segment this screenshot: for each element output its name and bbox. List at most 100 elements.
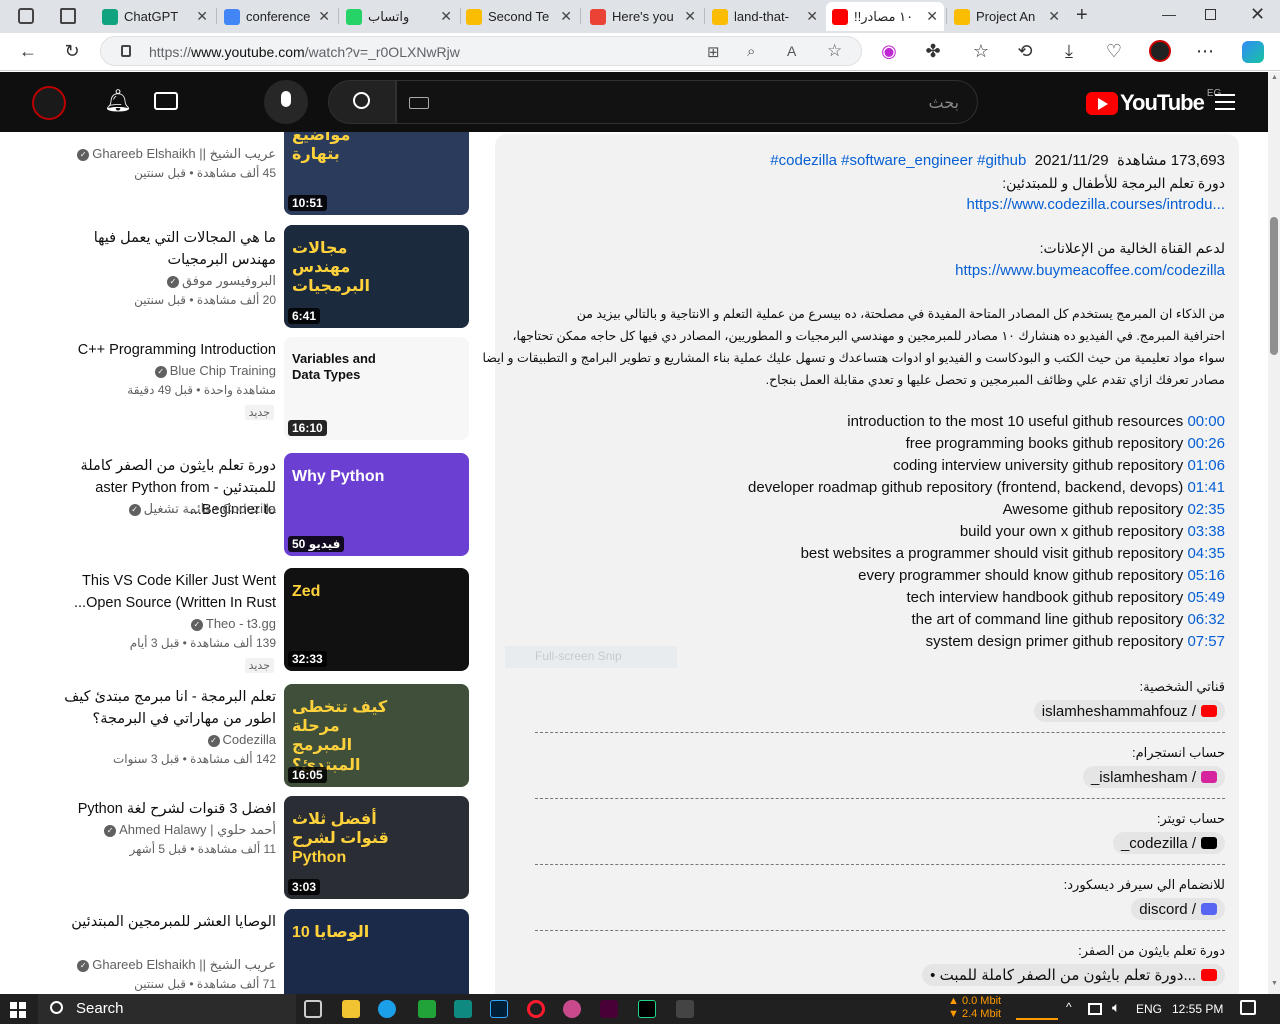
photoshop-icon[interactable] <box>490 1000 508 1018</box>
related-video-item[interactable]: كيف تتخطى مرحلة المبرمج المبتدئ؟ 16:05 تعل… <box>0 684 470 794</box>
chapter-timestamp[interactable]: 00:26 <box>1187 435 1225 452</box>
video-thumbnail[interactable]: مواضيع بتهارة 10:51 <box>284 132 469 215</box>
tab-close-icon[interactable]: ✕ <box>806 8 818 25</box>
browser-tab[interactable]: !!١٠ مصادر ✕ <box>826 2 944 31</box>
tab-close-icon[interactable]: ✕ <box>560 8 572 25</box>
windows-start-icon[interactable] <box>10 1002 26 1018</box>
language-indicator[interactable]: ENG <box>1136 1002 1162 1016</box>
keyboard-icon[interactable] <box>409 97 429 109</box>
account-avatar[interactable] <box>32 86 66 120</box>
zoom-icon[interactable]: ⌕ <box>747 43 755 60</box>
video-thumbnail[interactable]: الوصايا 10 <box>284 909 469 994</box>
video-channel[interactable]: عريب الشيخ || Ghareeb Elshaikh✓ <box>46 957 276 973</box>
chapter-timestamp[interactable]: 05:49 <box>1187 589 1225 606</box>
chapter-timestamp[interactable]: 00:00 <box>1187 413 1225 430</box>
search-button[interactable] <box>328 80 396 124</box>
restore-button[interactable] <box>1205 9 1216 20</box>
video-channel[interactable]: Theo - t3.gg✓ <box>46 616 276 631</box>
social-link-chip[interactable]: _islamhesham / <box>1082 766 1225 788</box>
volume-icon[interactable]: 🔈︎ <box>1112 999 1120 1016</box>
more-menu-icon[interactable]: ⋯ <box>1194 41 1216 62</box>
scrollbar-thumb[interactable] <box>1270 217 1278 355</box>
tab-close-icon[interactable]: ✕ <box>318 8 330 25</box>
related-video-item[interactable]: مجالات مهندس البرمجيات 6:41 ما هي المجالات… <box>0 225 470 335</box>
social-link-chip[interactable]: islamheshammahfouz / <box>1033 700 1225 722</box>
edge-icon[interactable] <box>378 1000 396 1018</box>
chapter-timestamp[interactable]: 03:38 <box>1187 523 1225 540</box>
video-thumbnail[interactable]: كيف تتخطى مرحلة المبرمج المبتدئ؟ 16:05 <box>284 684 469 787</box>
app-shield-icon[interactable] <box>676 1000 694 1018</box>
chapter-timestamp[interactable]: 05:16 <box>1187 567 1225 584</box>
related-video-item[interactable]: Zed 32:33 This VS Code Killer Just Went Op… <box>0 568 470 678</box>
browser-tab[interactable]: Here's you ✕ <box>584 2 702 31</box>
social-link-chip[interactable]: discord / <box>1131 898 1225 920</box>
workspaces-icon[interactable] <box>18 8 34 24</box>
video-thumbnail[interactable]: أفضل ثلاث قنوات لشرح Python 3:03 <box>284 796 469 899</box>
url-field[interactable]: https://www.youtube.com/watch?v=_r0OLXNw… <box>100 36 862 66</box>
page-scrollbar[interactable]: ▲ ▼ <box>1268 72 1280 994</box>
chapter-timestamp[interactable]: 06:32 <box>1187 611 1225 628</box>
related-video-item[interactable]: مواضيع بتهارة 10:51 عريب الشيخ || Ghareeb … <box>0 132 470 222</box>
tab-close-icon[interactable]: ✕ <box>440 8 452 25</box>
app-paint-icon[interactable] <box>563 1000 581 1018</box>
refresh-icon[interactable]: ↻ <box>61 41 83 62</box>
taskbar-search[interactable]: Search <box>38 994 296 1024</box>
browser-tab[interactable]: واتساب ✕ <box>340 2 458 31</box>
app-green-icon[interactable] <box>418 1000 436 1018</box>
video-title[interactable]: الوصايا العشر للمبرمجين المبتدئين <box>46 911 276 933</box>
history-icon[interactable]: ⟲ <box>1014 41 1036 62</box>
tab-close-icon[interactable]: ✕ <box>926 8 938 25</box>
video-title[interactable]: تعلم البرمجة - انا مبرمج مبتدئ كيف اطور … <box>46 686 276 730</box>
browser-tab[interactable]: Project An ✕ <box>948 2 1066 31</box>
read-aloud-icon[interactable]: A <box>787 43 796 59</box>
video-thumbnail[interactable]: Why Python 50 فيديو <box>284 453 469 556</box>
app-teal-icon[interactable] <box>454 1000 472 1018</box>
notifications-icon[interactable] <box>1240 1000 1256 1015</box>
minimize-button[interactable]: — <box>1162 6 1176 22</box>
hamburger-menu-icon[interactable] <box>1215 94 1235 110</box>
task-view-icon[interactable] <box>304 1000 322 1018</box>
app-available-icon[interactable]: ⊞ <box>707 43 720 61</box>
tab-actions-icon[interactable] <box>60 8 76 24</box>
notifications-bell-icon[interactable]: 🔔︎ <box>104 88 132 114</box>
new-tab-button[interactable]: + <box>1076 4 1088 27</box>
video-channel[interactable]: أحمد حلوي | Ahmed Halawy✓ <box>46 822 276 838</box>
browser-tab[interactable]: Second Te ✕ <box>460 2 578 31</box>
video-thumbnail[interactable]: Zed 32:33 <box>284 568 469 671</box>
video-title[interactable]: C++ Programming Introduction <box>46 339 276 361</box>
downloads-icon[interactable]: ⤓ <box>1058 41 1080 62</box>
copilot-icon[interactable] <box>1242 41 1264 63</box>
file-explorer-icon[interactable] <box>342 1000 360 1018</box>
video-channel[interactable]: Blue Chip Training✓ <box>46 363 276 378</box>
clock[interactable]: 12:55 PM <box>1172 1002 1223 1016</box>
search-input[interactable]: بحث <box>396 80 978 124</box>
chapter-timestamp[interactable]: 01:06 <box>1187 457 1225 474</box>
performance-icon[interactable]: ♡ <box>1103 41 1125 62</box>
chapter-timestamp[interactable]: 01:41 <box>1187 479 1225 496</box>
social-link-chip[interactable]: • دورة تعلم بايثون من الصفر كاملة للمبت.… <box>922 964 1225 986</box>
browser-tab[interactable]: ChatGPT ✕ <box>96 2 214 31</box>
browser-tab[interactable]: conference ✕ <box>218 2 336 31</box>
browser-tab[interactable]: land-that- ✕ <box>706 2 824 31</box>
support-link[interactable]: https://www.buymeacoffee.com/codezilla <box>955 262 1225 279</box>
voice-search-button[interactable] <box>264 80 308 124</box>
related-video-item[interactable]: أفضل ثلاث قنوات لشرح Python 3:03 افضل 3 قن… <box>0 796 470 906</box>
related-video-item[interactable]: الوصايا 10 الوصايا العشر للمبرمجين المبتد… <box>0 909 470 994</box>
video-channel[interactable]: Codezilla✓ <box>46 732 276 747</box>
chapter-timestamp[interactable]: 04:35 <box>1187 545 1225 562</box>
tab-close-icon[interactable]: ✕ <box>1048 8 1060 25</box>
favorites-icon[interactable]: ☆ <box>970 41 992 62</box>
chapter-timestamp[interactable]: 02:35 <box>1187 501 1225 518</box>
course-link[interactable]: https://www.codezilla.courses/introdu... <box>967 196 1225 213</box>
video-channel[interactable]: البروفيسور موفق✓ <box>46 273 276 289</box>
social-link-chip[interactable]: _codezilla / <box>1112 832 1225 854</box>
video-thumbnail[interactable]: مجالات مهندس البرمجيات 6:41 <box>284 225 469 328</box>
video-title[interactable]: افضل 3 قنوات لشرح لغة Python <box>46 798 276 820</box>
extensions-icon[interactable]: ✤ <box>922 41 944 62</box>
favorite-star-icon[interactable]: ☆ <box>827 41 842 61</box>
video-title[interactable]: ما هي المجالات التي يعمل فيها مهندس البر… <box>46 227 276 271</box>
profile-avatar[interactable] <box>1149 40 1171 62</box>
hashtags[interactable]: #codezilla #software_engineer #github <box>770 152 1026 169</box>
related-video-item[interactable]: Variables and Data Types 16:10 C++ Program… <box>0 337 470 447</box>
tab-close-icon[interactable]: ✕ <box>196 8 208 25</box>
